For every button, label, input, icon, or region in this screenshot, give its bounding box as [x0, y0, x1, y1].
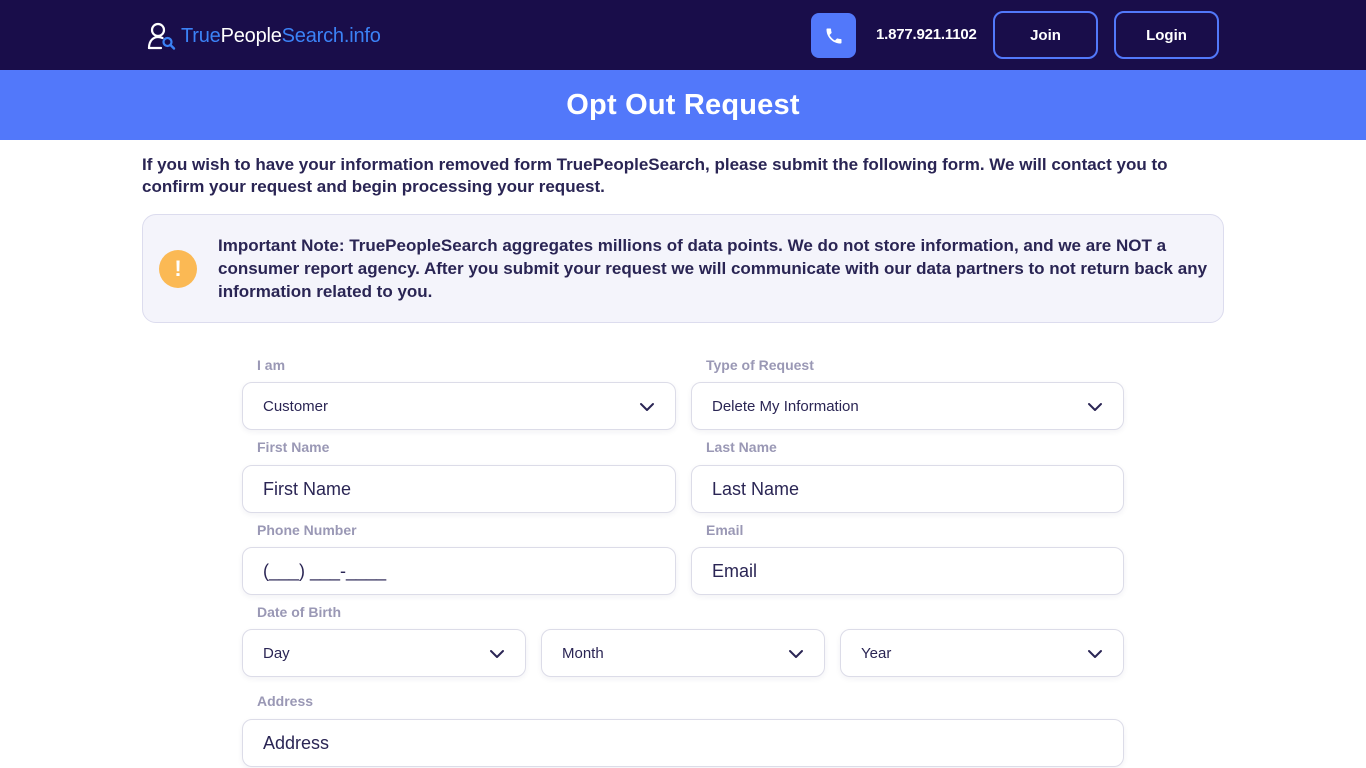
request-type-selected-value: Delete My Information: [712, 397, 859, 415]
dob-year-select[interactable]: Year: [840, 629, 1124, 677]
email-label: Email: [706, 522, 744, 538]
last-name-field: [691, 465, 1124, 513]
request-type-label: Type of Request: [706, 357, 814, 373]
date-of-birth-label: Date of Birth: [257, 604, 341, 620]
phone-number-field: [242, 547, 676, 595]
dob-day-value: Day: [263, 644, 290, 662]
phone-number[interactable]: 1.877.921.1102: [876, 24, 977, 46]
important-note-text: Important Note: TruePeopleSearch aggrega…: [218, 236, 1208, 301]
login-button[interactable]: Login: [1114, 11, 1219, 59]
email-field: [691, 547, 1124, 595]
chevron-down-icon: [640, 403, 654, 411]
dob-month-select[interactable]: Month: [541, 629, 825, 677]
i-am-select[interactable]: Customer: [242, 382, 676, 430]
logo-text-part3: Search.info: [281, 24, 381, 47]
first-name-field: [242, 465, 676, 513]
logo-text-part1: True: [181, 24, 221, 47]
important-note-box: ! Important Note: TruePeopleSearch aggre…: [142, 214, 1224, 323]
site-logo[interactable]: TruePeopleSearch.info: [147, 20, 381, 52]
dob-year-value: Year: [861, 644, 892, 662]
address-label: Address: [257, 693, 314, 709]
request-type-select[interactable]: Delete My Information: [691, 382, 1124, 430]
first-name-input[interactable]: [263, 478, 675, 500]
address-input[interactable]: [263, 732, 1123, 754]
logo-text: TruePeopleSearch.info: [181, 25, 381, 48]
exclamation-icon: !: [159, 250, 197, 288]
chevron-down-icon: [789, 650, 803, 658]
phone-call-button[interactable]: [811, 13, 856, 58]
phone-number-label: Phone Number: [257, 522, 357, 538]
intro-text: If you wish to have your information rem…: [142, 155, 1168, 196]
i-am-selected-value: Customer: [263, 397, 329, 415]
phone-number-input[interactable]: [263, 560, 675, 582]
i-am-label: I am: [257, 357, 286, 373]
page-header-banner: Opt Out Request: [0, 70, 1366, 140]
first-name-label: First Name: [257, 439, 330, 455]
last-name-input[interactable]: [712, 478, 1123, 500]
last-name-label: Last Name: [706, 439, 777, 455]
chevron-down-icon: [1088, 403, 1102, 411]
dob-day-select[interactable]: Day: [242, 629, 526, 677]
chevron-down-icon: [490, 650, 504, 658]
join-button[interactable]: Join: [993, 11, 1098, 59]
email-input[interactable]: [712, 560, 1123, 582]
phone-icon: [826, 28, 841, 43]
chevron-down-icon: [1088, 650, 1102, 658]
address-field: [242, 719, 1124, 767]
top-navbar: TruePeopleSearch.info 1.877.921.1102 Joi…: [0, 0, 1366, 70]
logo-text-part2: People: [220, 24, 282, 47]
person-search-icon: [147, 22, 176, 50]
page-title: Opt Out Request: [566, 88, 800, 121]
dob-month-value: Month: [562, 644, 604, 662]
